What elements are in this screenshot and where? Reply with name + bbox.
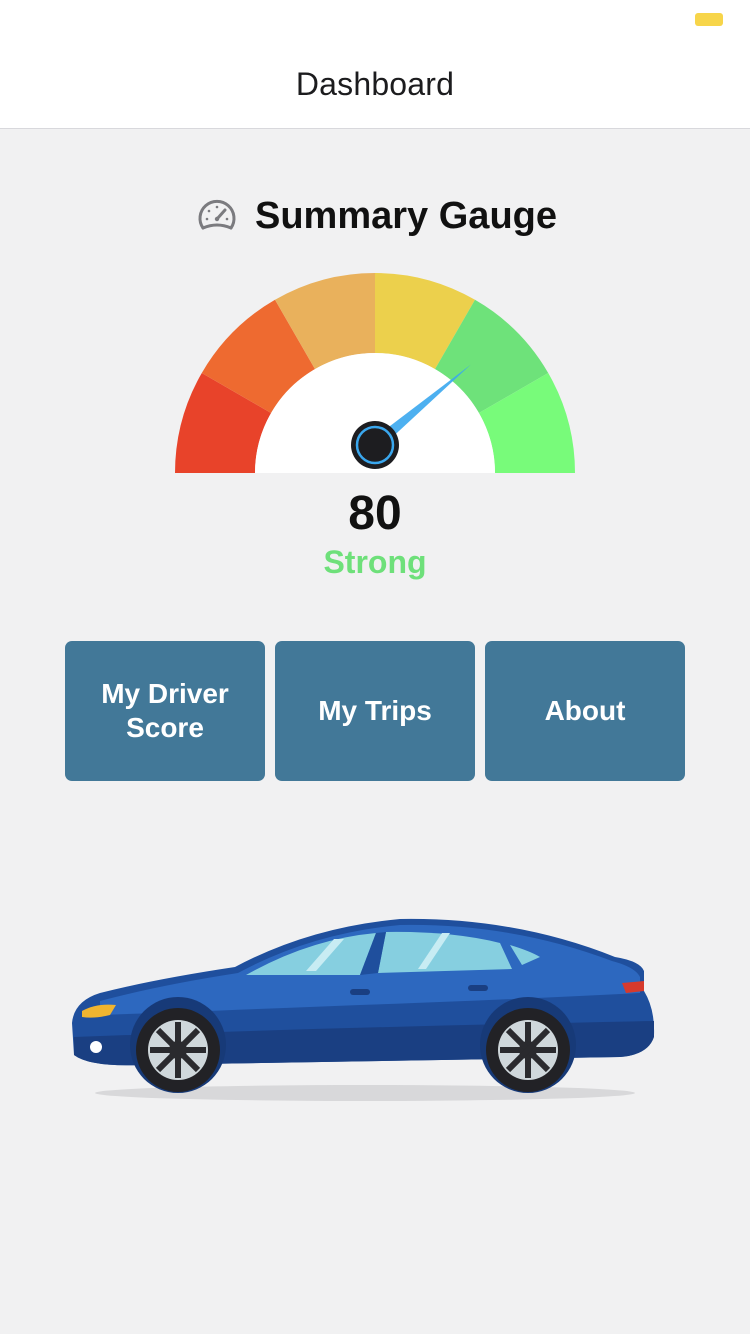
menu-buttons: My Driver Score My Trips About	[65, 641, 685, 781]
page-title: Dashboard	[295, 65, 455, 102]
car-icon	[72, 918, 655, 1101]
gauge-title: Summary Gauge	[255, 194, 557, 237]
battery-icon	[695, 13, 723, 26]
speedometer-icon	[198, 199, 236, 230]
score-status: Strong	[323, 544, 427, 580]
summary-gauge	[175, 273, 575, 473]
about-button[interactable]: About	[485, 641, 685, 781]
gauge-header: Summary Gauge	[0, 192, 750, 240]
my-driver-score-button[interactable]: My Driver Score	[65, 641, 265, 781]
navigation-bar: Dashboard	[0, 40, 750, 129]
my-trips-button[interactable]: My Trips	[275, 641, 475, 781]
status-bar	[0, 0, 750, 40]
score-value: 80	[348, 487, 402, 540]
